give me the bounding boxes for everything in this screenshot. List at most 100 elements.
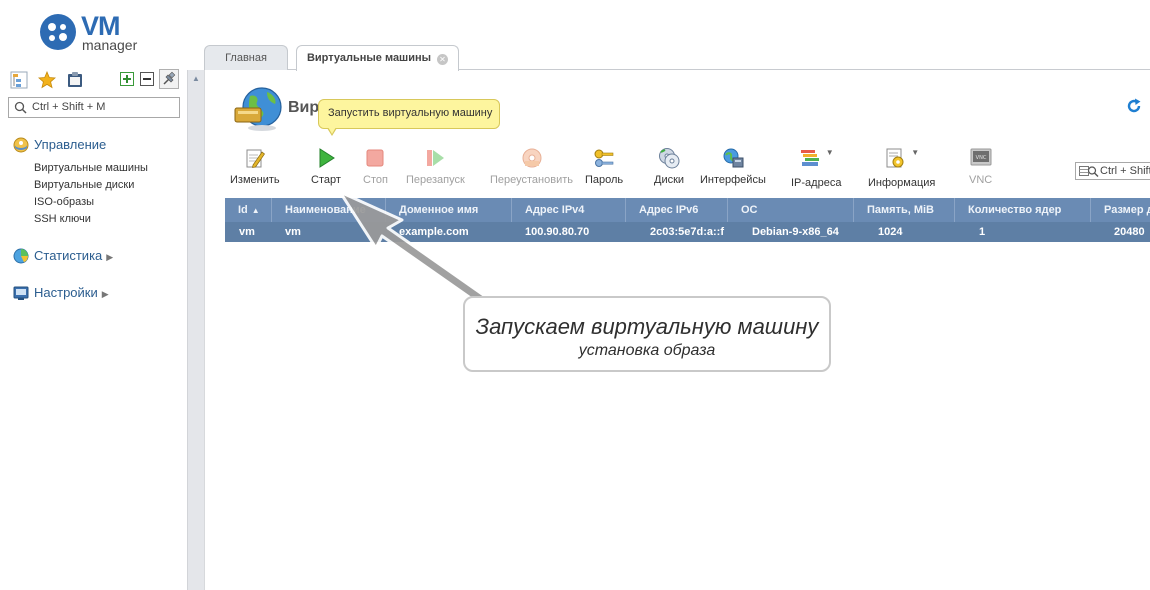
tree-view-icon[interactable]: [10, 71, 28, 89]
disks-button-label: Диски: [654, 174, 685, 186]
clipboard-icon[interactable]: [66, 71, 84, 89]
sidebar-search-hint: Ctrl + Shift + M: [32, 101, 106, 113]
password-button[interactable]: Пароль: [585, 147, 623, 186]
collapse-all-icon[interactable]: [140, 72, 154, 86]
stop-icon: [366, 149, 384, 167]
restart-button[interactable]: Перезапуск: [406, 147, 465, 186]
pin-icon: [163, 71, 176, 85]
start-button[interactable]: Старт: [311, 147, 341, 186]
table-search-icon: [1079, 166, 1099, 177]
column-header-ipv6-label: Адрес IPv6: [639, 204, 699, 216]
column-header-memory[interactable]: Память, MiB: [853, 198, 954, 222]
annotation-arrow: [340, 192, 487, 306]
interfaces-button-label: Интерфейсы: [700, 174, 766, 186]
statistics-icon: [13, 248, 29, 264]
column-header-ipv6[interactable]: Адрес IPv6: [625, 198, 727, 222]
logo-mark-icon: [40, 14, 76, 50]
annotation-title: Запускаем виртуальную машину: [475, 314, 819, 339]
sidebar-section-statistics-label: Статистика: [34, 248, 103, 263]
disks-icon: [659, 148, 680, 169]
ip-addresses-button[interactable]: ▼ IP-адреса: [791, 147, 841, 189]
key-icon: [594, 149, 614, 167]
reinstall-button-label: Переустановить: [490, 174, 573, 186]
sidebar-item-ssh-keys[interactable]: SSH ключи: [34, 213, 91, 225]
cell-memory: 1024: [878, 226, 903, 238]
collapse-up-icon[interactable]: ▲: [192, 74, 200, 83]
table-search-input[interactable]: Ctrl + Shift: [1075, 162, 1150, 180]
close-tab-icon[interactable]: ✕: [437, 54, 449, 65]
expand-all-icon[interactable]: [120, 72, 134, 86]
column-header-os-label: ОС: [741, 204, 758, 216]
tab-home-label: Главная: [225, 52, 267, 64]
search-icon: [14, 101, 27, 114]
edit-button-label: Изменить: [230, 174, 280, 186]
password-button-label: Пароль: [585, 174, 624, 186]
tab-virtual-machines[interactable]: Виртуальные машины ✕: [296, 45, 459, 71]
column-header-cores-label: Количество ядер: [968, 204, 1062, 216]
information-dropdown-icon[interactable]: ▼: [911, 148, 919, 157]
tooltip-text: Запустить виртуальную машину: [328, 107, 493, 119]
start-tooltip: Запустить виртуальную машину: [318, 99, 500, 136]
interfaces-icon: [723, 148, 744, 168]
info-icon: [886, 148, 904, 168]
restart-button-label: Перезапуск: [406, 174, 465, 186]
sidebar-item-iso-images[interactable]: ISO-образы: [34, 196, 94, 208]
column-header-os[interactable]: ОС: [727, 198, 853, 222]
cell-ipv6: 2c03:5e7d:a::f: [650, 226, 724, 238]
disks-button[interactable]: Диски: [654, 147, 684, 186]
cell-id: vm: [239, 226, 255, 238]
vmmanager-logo: VM manager: [40, 11, 160, 54]
pin-button[interactable]: [159, 69, 179, 89]
edit-icon: [246, 149, 265, 168]
sidebar-splitter[interactable]: ▲: [187, 70, 205, 590]
reinstall-icon: [522, 148, 541, 168]
column-header-memory-label: Память, MiB: [867, 204, 935, 216]
annotation-callout: Запускаем виртуальную машину установка о…: [463, 296, 831, 372]
cell-name: vm: [285, 226, 301, 238]
tab-home[interactable]: Главная: [204, 45, 288, 70]
interfaces-button[interactable]: Интерфейсы: [700, 147, 766, 186]
tooltip-tail-fill: [328, 127, 336, 134]
favorites-star-icon[interactable]: [38, 71, 56, 89]
sidebar-section-settings-label: Настройки: [34, 285, 98, 300]
sidebar: Ctrl + Shift + M Управление Виртуальные …: [0, 64, 187, 590]
play-icon: [319, 148, 335, 168]
cell-cores: 1: [979, 226, 986, 238]
column-header-ipv4[interactable]: Адрес IPv4: [511, 198, 625, 222]
column-header-ipv4-label: Адрес IPv4: [525, 204, 585, 216]
ip-addresses-button-label: IP-адреса: [791, 177, 842, 189]
stop-button[interactable]: Стоп: [363, 147, 388, 186]
information-button-label: Информация: [868, 177, 936, 189]
svg-text:VNC: VNC: [975, 155, 986, 161]
settings-icon: [13, 286, 29, 300]
sidebar-section-management[interactable]: Управление: [34, 137, 106, 152]
vnc-icon: VNC: [970, 148, 992, 166]
column-header-disk-size-label: Размер д: [1104, 204, 1150, 216]
sidebar-item-virtual-machines[interactable]: Виртуальные машины: [34, 162, 148, 174]
sidebar-section-settings[interactable]: Настройки ▶: [34, 285, 109, 300]
vnc-button[interactable]: VNC VNC: [969, 147, 992, 186]
start-button-label: Старт: [311, 174, 341, 186]
vnc-button-label: VNC: [969, 174, 993, 186]
ip-addresses-icon: [800, 150, 819, 166]
sidebar-item-virtual-disks[interactable]: Виртуальные диски: [34, 179, 134, 191]
column-header-disk-size[interactable]: Размер д: [1090, 198, 1150, 222]
edit-button[interactable]: Изменить: [230, 147, 280, 186]
annotation-subtitle: установка образа: [578, 342, 716, 359]
sidebar-search-input[interactable]: Ctrl + Shift + M: [8, 97, 180, 118]
sidebar-section-statistics[interactable]: Статистика ▶: [34, 248, 113, 263]
cell-os: Debian-9-x86_64: [752, 226, 839, 238]
reinstall-button[interactable]: Переустановить: [490, 147, 573, 186]
ip-addresses-dropdown-icon[interactable]: ▼: [826, 148, 834, 157]
refresh-icon[interactable]: [1126, 98, 1142, 114]
sort-ascending-icon: ▲: [251, 206, 260, 215]
information-button[interactable]: ▼ Информация: [868, 147, 935, 189]
cell-ipv4: 100.90.80.70: [525, 226, 590, 238]
column-header-cores[interactable]: Количество ядер: [954, 198, 1090, 222]
tab-virtual-machines-label: Виртуальные машины: [306, 52, 432, 64]
stop-button-label: Стоп: [363, 174, 388, 186]
page-title: Вир: [288, 99, 320, 116]
virtual-machines-globe-icon: [234, 87, 282, 131]
caret-right-icon: ▶: [101, 289, 109, 299]
column-header-id[interactable]: Id ▲: [225, 198, 271, 222]
